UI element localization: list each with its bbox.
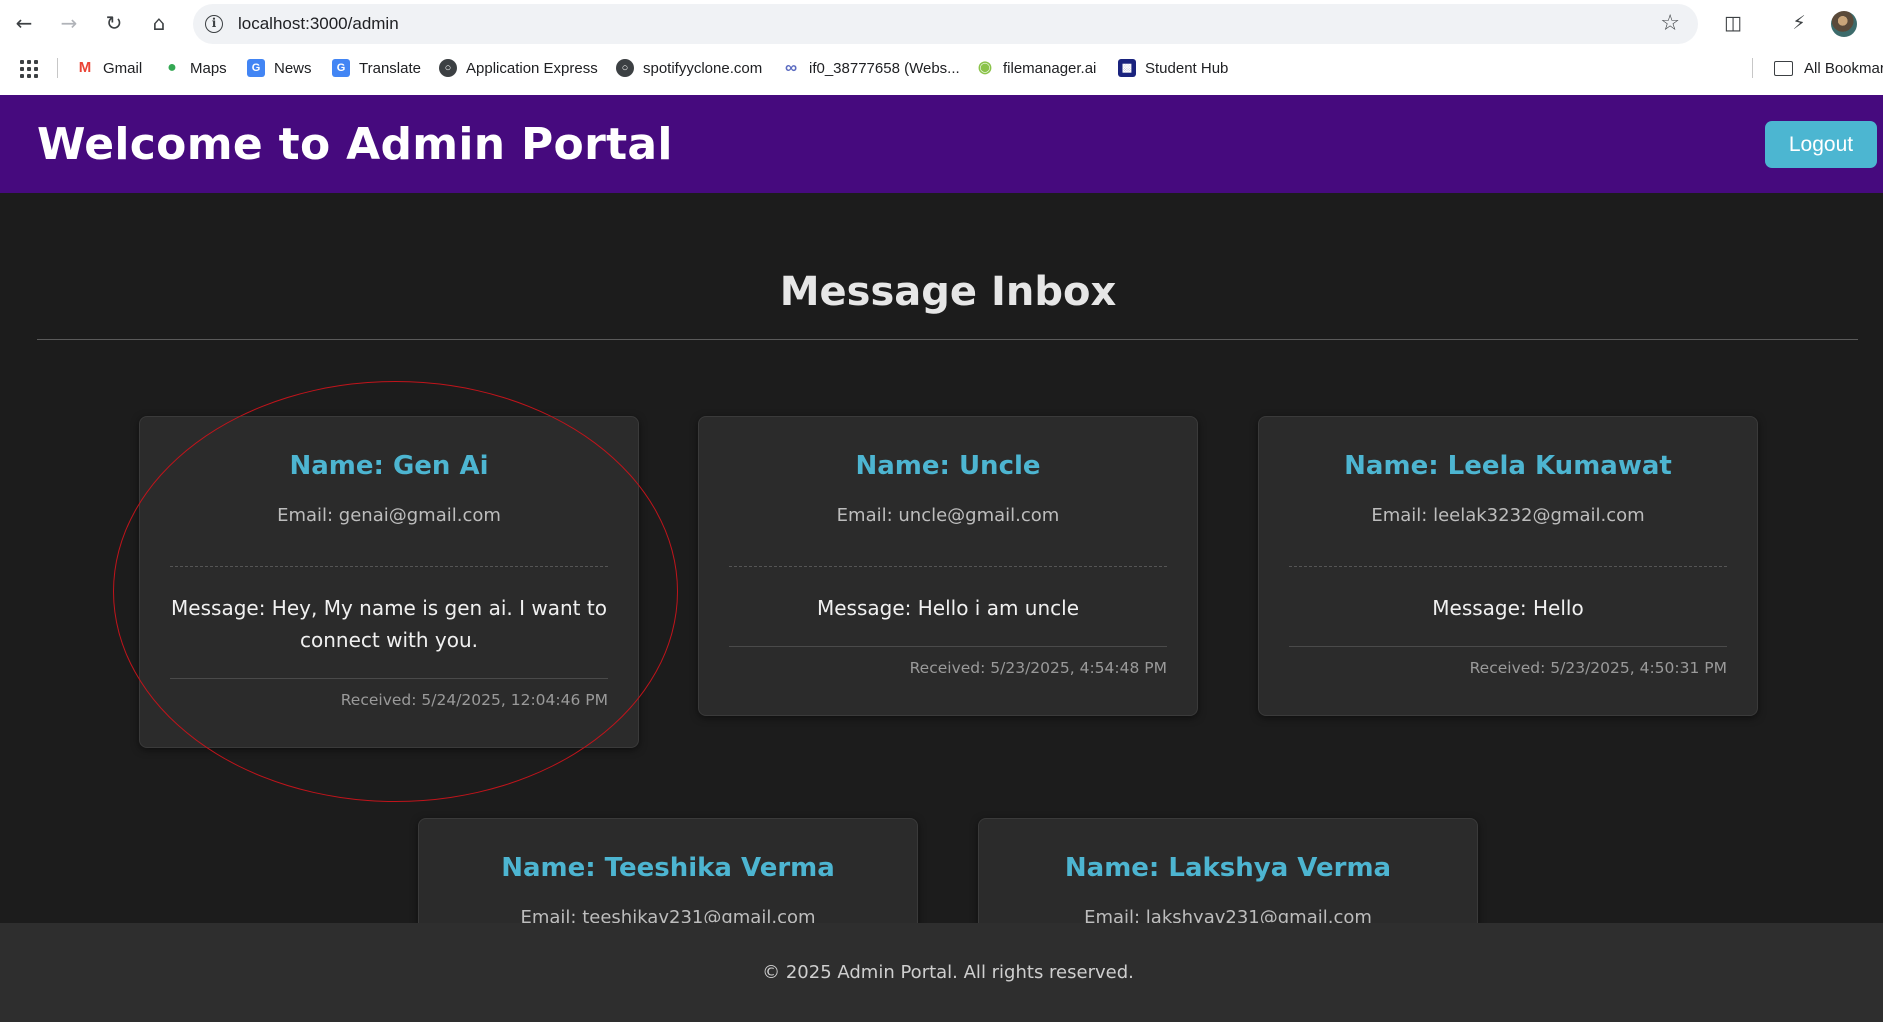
bookmark-label: filemanager.ai <box>1003 59 1097 77</box>
sender-name: Name: Lakshya Verma <box>1064 853 1392 883</box>
bookmark-label: Translate <box>359 59 421 77</box>
page-title: Welcome to Admin Portal <box>37 119 673 170</box>
maps-icon: ● <box>163 59 181 77</box>
bookmark-label: if0_38777658 (Webs... <box>809 59 960 77</box>
bookmark-label: Maps <box>190 59 227 77</box>
sender-email: Email: lakshyav231@gmail.com <box>1084 907 1372 923</box>
message-text: Message: Hello <box>1432 596 1584 620</box>
bookmark-label: Student Hub <box>1145 59 1229 77</box>
reload-icon[interactable]: ↻ <box>99 8 129 38</box>
extensions-icon[interactable]: ◫ <box>1719 9 1747 37</box>
message-card: Name: Uncle Email: uncle@gmail.com Messa… <box>698 416 1198 716</box>
performance-icon[interactable]: ⚡ <box>1785 9 1813 37</box>
bookmark-filemanager[interactable]: ◉ filemanager.ai <box>976 56 1096 80</box>
message-card: Name: Leela Kumawat Email: leelak3232@gm… <box>1258 416 1758 716</box>
portal-header: Welcome to Admin Portal Logout <box>0 95 1883 193</box>
inbox-divider <box>37 339 1858 340</box>
received-timestamp: Received: 5/24/2025, 12:04:46 PM <box>340 691 608 709</box>
all-bookmarks-folder[interactable]: All Bookmarks <box>1774 56 1883 80</box>
bookmarks-divider <box>1752 58 1753 78</box>
bookmark-maps[interactable]: ● Maps <box>163 56 227 80</box>
forward-arrow-icon[interactable]: → <box>54 8 84 38</box>
bookmark-label: Gmail <box>103 59 143 77</box>
bookmark-translate[interactable]: G Translate <box>332 56 421 80</box>
message-card: Name: Gen Ai Email: genai@gmail.com Mess… <box>139 416 639 748</box>
infinity-icon: ∞ <box>782 59 800 77</box>
received-timestamp: Received: 5/23/2025, 4:50:31 PM <box>1469 659 1727 677</box>
sender-email: Email: uncle@gmail.com <box>836 505 1060 526</box>
news-icon: G <box>247 59 265 77</box>
globe-icon: ○ <box>616 59 634 77</box>
bookmark-gmail[interactable]: M Gmail <box>76 56 142 80</box>
message-card: Name: Teeshika Verma Email: teeshikav231… <box>418 818 918 923</box>
all-bookmarks-label: All Bookmarks <box>1804 59 1883 77</box>
sender-email: Email: teeshikav231@gmail.com <box>520 907 816 923</box>
bookmark-label: News <box>274 59 312 77</box>
bookmark-student-hub[interactable]: ▩ Student Hub <box>1118 56 1228 80</box>
received-timestamp: Received: 5/23/2025, 4:54:48 PM <box>909 659 1167 677</box>
address-bar[interactable]: i localhost:3000/admin ☆ <box>193 4 1698 44</box>
site-info-icon[interactable]: i <box>205 15 223 33</box>
bookmark-if0[interactable]: ∞ if0_38777658 (Webs... <box>782 56 960 80</box>
bookmark-news[interactable]: G News <box>247 56 312 80</box>
folder-icon <box>1774 60 1793 76</box>
url-text[interactable]: localhost:3000/admin <box>238 14 399 34</box>
sender-email: Email: genai@gmail.com <box>277 505 501 526</box>
bookmark-star-icon[interactable]: ☆ <box>1660 11 1680 36</box>
translate-icon: G <box>332 59 350 77</box>
footer-copyright: © 2025 Admin Portal. All rights reserved… <box>762 962 1134 983</box>
message-text: Message: Hello i am uncle <box>816 596 1080 620</box>
profile-avatar[interactable] <box>1831 11 1857 37</box>
bookmark-application-express[interactable]: ○ Application Express <box>439 56 598 80</box>
sender-name: Name: Teeshika Verma <box>501 853 835 883</box>
home-icon[interactable]: ⌂ <box>144 8 174 38</box>
filemanager-icon: ◉ <box>976 59 994 77</box>
browser-toolbar: ← → ↻ ⌂ i localhost:3000/admin ☆ ◫ ⚡ <box>0 0 1883 46</box>
sender-name: Name: Uncle <box>855 451 1041 481</box>
bookmark-label: spotifyyclone.com <box>643 59 763 77</box>
message-text: Message: Hey, My name is gen ai. I want … <box>171 596 607 652</box>
page-footer: © 2025 Admin Portal. All rights reserved… <box>0 923 1883 1022</box>
back-arrow-icon[interactable]: ← <box>9 8 39 38</box>
main-content[interactable]: Message Inbox Name: Gen Ai Email: genai@… <box>0 193 1883 923</box>
apps-grid-icon[interactable] <box>20 60 38 78</box>
bookmarks-divider <box>57 58 58 78</box>
sender-email: Email: leelak3232@gmail.com <box>1371 505 1645 526</box>
sender-name: Name: Leela Kumawat <box>1344 451 1672 481</box>
bookmarks-bar: M Gmail ● Maps G News G Translate ○ Appl… <box>0 52 1883 84</box>
bookmark-spotifyyclone[interactable]: ○ spotifyyclone.com <box>616 56 762 80</box>
bookmark-label: Application Express <box>466 59 598 77</box>
logout-button[interactable]: Logout <box>1765 121 1877 168</box>
gmail-icon: M <box>76 59 94 77</box>
browser-chrome: ← → ↻ ⌂ i localhost:3000/admin ☆ ◫ ⚡ M G… <box>0 0 1883 95</box>
studenthub-icon: ▩ <box>1118 59 1136 77</box>
sender-name: Name: Gen Ai <box>289 451 489 481</box>
inbox-title: Message Inbox <box>779 269 1117 315</box>
globe-icon: ○ <box>439 59 457 77</box>
message-card: Name: Lakshya Verma Email: lakshyav231@g… <box>978 818 1478 923</box>
